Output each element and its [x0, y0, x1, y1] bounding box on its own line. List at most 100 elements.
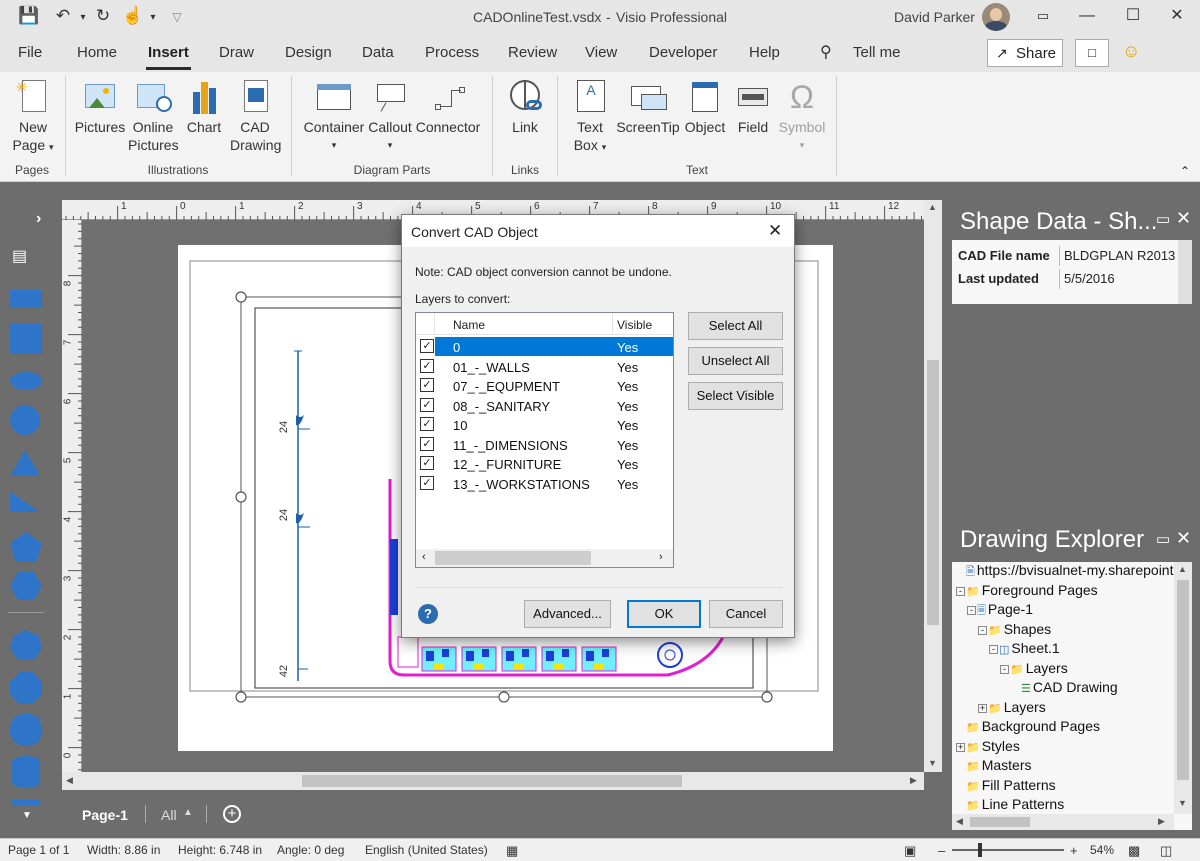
layer-row[interactable]: ✓ 0 Yes: [417, 337, 673, 356]
layer-row[interactable]: ✓ 07_-_EQUPMENT Yes: [417, 376, 673, 395]
scroll-down-icon[interactable]: ▼: [928, 758, 937, 768]
horizontal-scroll-thumb[interactable]: [302, 775, 682, 787]
pictures-button[interactable]: Pictures: [74, 78, 126, 136]
container-button[interactable]: Container ▾: [302, 78, 366, 154]
shape-data-row[interactable]: Last updated 5/5/2016: [952, 269, 1178, 291]
explorer-vertical-scrollbar[interactable]: ▲ ▼: [1174, 562, 1192, 814]
callout-button[interactable]: Callout ▾: [366, 78, 414, 154]
explorer-scroll-right-icon[interactable]: ▶: [1158, 816, 1165, 827]
presentation-mode-icon[interactable]: ▣: [904, 843, 916, 859]
tab-draw[interactable]: Draw: [219, 44, 254, 61]
collapse-icon[interactable]: -: [956, 586, 965, 596]
tree-item[interactable]: - 🗏 Page-1: [967, 601, 1033, 621]
undo-icon[interactable]: ↶: [52, 6, 74, 26]
user-name[interactable]: David Parker: [894, 9, 975, 25]
shapes-menu-icon[interactable]: ▤: [12, 246, 27, 266]
tab-view[interactable]: View: [585, 44, 617, 61]
layer-checkbox[interactable]: ✓: [420, 378, 434, 392]
customize-qat-icon[interactable]: ▽: [166, 10, 188, 24]
right-triangle-shape[interactable]: [10, 492, 40, 512]
object-button[interactable]: Object: [682, 78, 728, 136]
help-icon[interactable]: ?: [418, 604, 438, 624]
layer-checkbox[interactable]: ✓: [420, 456, 434, 470]
layers-scroll-right-icon[interactable]: ›: [659, 551, 663, 563]
collapse-icon[interactable]: -: [989, 645, 998, 654]
zoom-slider-thumb[interactable]: [978, 843, 982, 857]
smiley-feedback-icon[interactable]: ☺: [1122, 41, 1140, 62]
zoom-in-icon[interactable]: +: [1070, 843, 1078, 858]
maximize-button[interactable]: ☐: [1110, 0, 1156, 34]
explorer-scroll-down-icon[interactable]: ▼: [1178, 798, 1187, 808]
all-pages-label[interactable]: All: [161, 807, 177, 823]
user-avatar[interactable]: [982, 3, 1010, 31]
macro-record-icon[interactable]: ▦: [506, 843, 518, 859]
layer-row[interactable]: ✓ 10 Yes: [417, 415, 673, 434]
tab-help[interactable]: Help: [749, 44, 780, 61]
drawing-explorer-close-icon[interactable]: ✕: [1176, 528, 1191, 549]
tree-item[interactable]: 📁 Masters: [956, 757, 1032, 773]
layer-checkbox[interactable]: ✓: [420, 339, 434, 353]
cylinder-shape[interactable]: [12, 756, 40, 788]
tab-developer[interactable]: Developer: [649, 44, 717, 61]
horizontal-scrollbar[interactable]: ◀ ▶: [62, 772, 924, 790]
collapse-icon[interactable]: -: [1000, 664, 1009, 674]
connector-button[interactable]: Connector: [414, 78, 482, 136]
partial-shape[interactable]: [12, 800, 40, 806]
expand-icon[interactable]: +: [978, 703, 987, 713]
explorer-horizontal-scrollbar[interactable]: ◀ ▶: [952, 814, 1174, 830]
drawing-explorer-maximize-icon[interactable]: ▭: [1156, 530, 1170, 548]
explorer-scroll-up-icon[interactable]: ▲: [1178, 564, 1187, 574]
fit-page-icon[interactable]: ▩: [1128, 843, 1140, 859]
online-pictures-button[interactable]: Online Pictures: [128, 78, 179, 154]
tree-item[interactable]: - 📁 Shapes: [978, 621, 1051, 637]
explorer-vertical-thumb[interactable]: [1177, 580, 1189, 780]
status-language[interactable]: English (United States): [365, 843, 488, 857]
zoom-slider[interactable]: [952, 849, 1064, 851]
unselect-all-button[interactable]: Unselect All: [688, 347, 783, 375]
minimize-button[interactable]: —: [1064, 0, 1110, 34]
tab-file[interactable]: File: [18, 44, 42, 61]
scroll-left-icon[interactable]: ◀: [66, 775, 73, 786]
layers-horizontal-scrollbar[interactable]: ‹ ›: [416, 549, 673, 567]
rectangle-shape[interactable]: [10, 290, 42, 308]
symbol-button[interactable]: Ω Symbol ▾: [776, 78, 828, 154]
layers-scroll-thumb[interactable]: [435, 551, 591, 565]
layer-row[interactable]: ✓ 08_-_SANITARY Yes: [417, 396, 673, 415]
expand-icon[interactable]: +: [956, 742, 965, 752]
add-page-icon[interactable]: +: [223, 805, 241, 823]
touch-dropdown-icon[interactable]: ▾: [142, 12, 164, 23]
tree-item[interactable]: 📁 Fill Patterns: [956, 777, 1056, 793]
cad-drawing-button[interactable]: CAD Drawing: [230, 78, 281, 154]
select-visible-button[interactable]: Select Visible: [688, 382, 783, 410]
hexagon-shape[interactable]: [10, 572, 42, 600]
column-header-name[interactable]: Name: [453, 318, 485, 332]
redo-icon[interactable]: ↻: [92, 6, 114, 26]
page-tab-page-1[interactable]: Page-1: [82, 807, 128, 823]
tree-item[interactable]: - 📁 Foreground Pages: [956, 582, 1098, 598]
new-page-button[interactable]: ✳ New Page ▾: [10, 78, 56, 156]
pentagon-shape[interactable]: [10, 532, 42, 562]
shape-data-scrollbar[interactable]: [1178, 240, 1192, 304]
scroll-right-icon[interactable]: ▶: [910, 775, 917, 786]
close-button[interactable]: ✕: [1154, 0, 1200, 34]
screentip-button[interactable]: ScreenTip: [616, 78, 680, 136]
shape-data-close-icon[interactable]: ✕: [1176, 208, 1191, 229]
layers-list[interactable]: Name Visible ✓ 0 Yes ✓ 01_-_WALLS Yes ✓ 07_-_EQ…: [415, 312, 674, 568]
zoom-level[interactable]: 54%: [1090, 843, 1114, 857]
expand-shapes-icon[interactable]: ›: [36, 210, 41, 228]
layer-checkbox[interactable]: ✓: [420, 358, 434, 373]
square-shape[interactable]: [10, 324, 42, 354]
zoom-out-icon[interactable]: –: [938, 843, 945, 858]
layer-row[interactable]: ✓ 01_-_WALLS Yes: [417, 357, 673, 376]
tab-home[interactable]: Home: [77, 44, 117, 61]
comments-button[interactable]: □: [1075, 39, 1109, 67]
tell-me-search[interactable]: Tell me: [853, 44, 901, 61]
undo-dropdown-icon[interactable]: ▾: [72, 12, 94, 23]
tab-insert[interactable]: Insert: [146, 44, 191, 70]
collapse-ribbon-icon[interactable]: ⌃: [1180, 164, 1190, 178]
ok-button[interactable]: OK: [627, 600, 701, 628]
select-all-button[interactable]: Select All: [688, 312, 783, 340]
status-page[interactable]: Page 1 of 1: [8, 843, 69, 857]
layer-checkbox[interactable]: ✓: [420, 397, 434, 412]
share-button[interactable]: ↗ Share: [987, 39, 1063, 67]
